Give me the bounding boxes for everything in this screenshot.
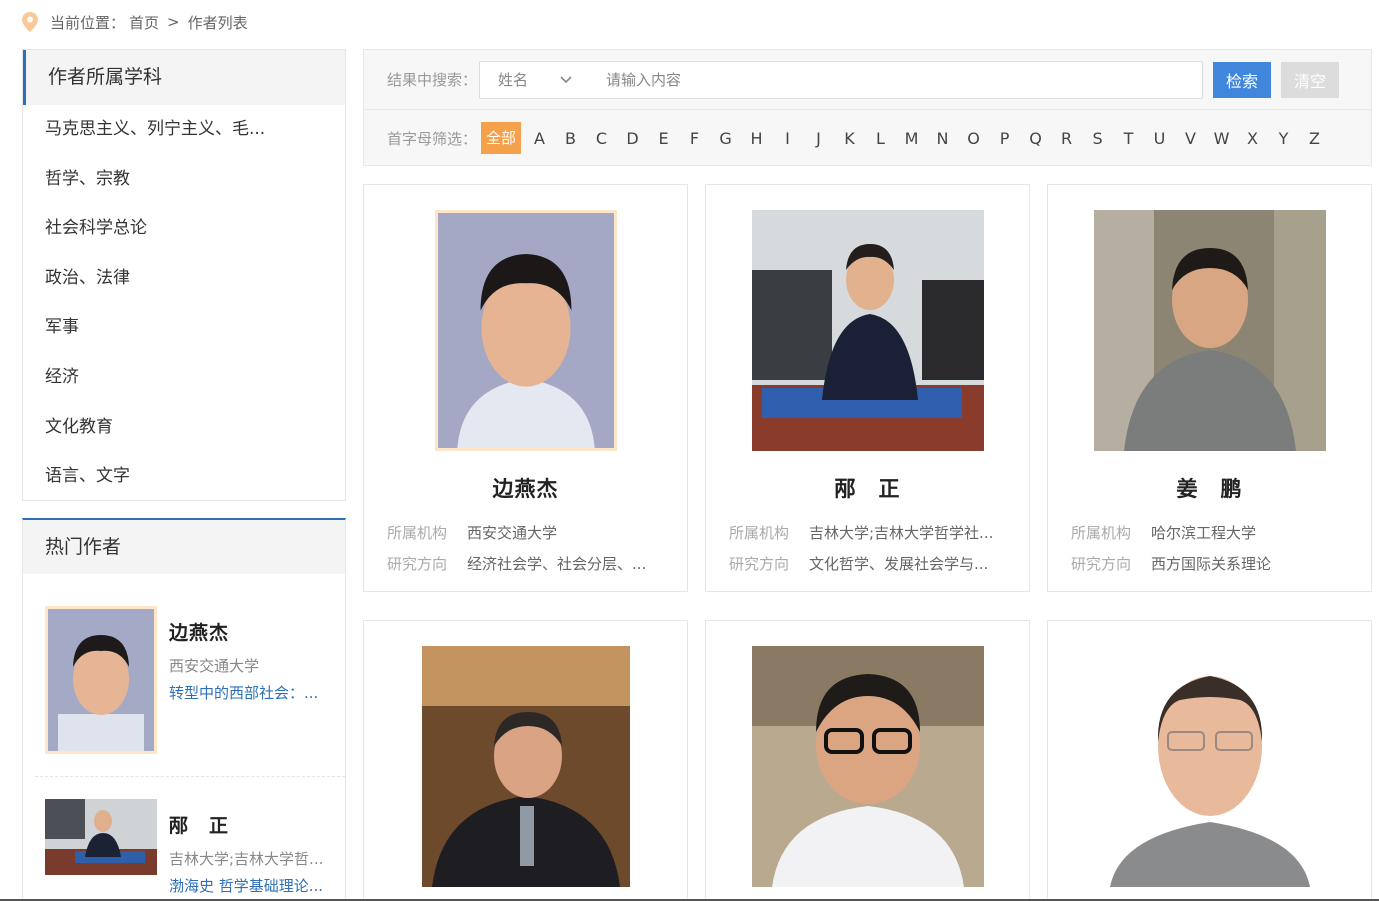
author-card[interactable]: 边燕杰 所属机构 西安交通大学 研究方向 经济社会学、社会分层、... [363,184,688,592]
letter-filter-k[interactable]: K [834,129,865,148]
search-input[interactable] [590,62,1203,97]
letter-filter-all[interactable]: 全部 [481,122,522,154]
author-name[interactable]: 边燕杰 [364,473,687,503]
hot-author-book-link[interactable]: 渤海史 哲学基础理论... [169,875,331,896]
author-card[interactable] [705,620,1030,901]
author-org: 哈尔滨工程大学 [1151,524,1257,542]
author-name[interactable]: 姜 鹏 [1048,473,1371,503]
letter-filter-p[interactable]: P [989,129,1020,148]
letter-filter-w[interactable]: W [1206,129,1237,148]
letter-filter-h[interactable]: H [741,129,772,148]
letter-filter-j[interactable]: J [803,129,834,148]
clear-button[interactable]: 清空 [1281,61,1340,98]
search-type-value: 姓名 [498,71,529,89]
author-photo[interactable] [1093,210,1326,451]
location-pin-icon [22,12,38,32]
field-label: 研究方向 [387,555,448,573]
author-card[interactable] [1047,620,1372,901]
letter-filter-t[interactable]: T [1113,129,1144,148]
subject-item[interactable]: 经济 [23,353,345,403]
subject-item[interactable]: 军事 [23,303,345,353]
author-photo[interactable] [751,646,984,887]
letter-filter-i[interactable]: I [772,129,803,148]
letter-filter-s[interactable]: S [1082,129,1113,148]
letter-filter-e[interactable]: E [648,129,679,148]
breadcrumb-current: 作者列表 [187,13,248,32]
hot-author-org: 吉林大学;吉林大学哲... [169,850,324,868]
letter-filter-x[interactable]: X [1237,129,1268,148]
hot-author-book-link[interactable]: 转型中的西部社会：... [169,682,331,703]
letter-filter-row: 首字母筛选： 全部 ABCDEFGHIJKLMNOPQRSTUVWXYZ [364,110,1371,166]
subject-panel: 作者所属学科 马克思主义、列宁主义、毛... 哲学、宗教 社会科学总论 政治、法… [22,49,346,501]
org-label: 所属机构 [387,524,448,542]
author-field: 经济社会学、社会分层、... [467,555,647,573]
author-name[interactable]: 邴 正 [706,473,1029,503]
letter-filter-n[interactable]: N [927,129,958,148]
field-label: 研究方向 [1071,555,1132,573]
letter-filter-c[interactable]: C [586,129,617,148]
author-photo[interactable] [434,210,617,451]
search-panel: 结果中搜索： 姓名 检索 清空 首字母筛选： 全部 ABCDEFGHIJKLMN… [363,49,1372,166]
org-label: 所属机构 [729,524,790,542]
subject-item[interactable]: 政治、法律 [23,254,345,304]
author-photo[interactable] [1109,646,1310,887]
chevron-down-icon [560,75,572,83]
search-row: 结果中搜索： 姓名 检索 清空 [364,50,1371,110]
letter-filter-o[interactable]: O [958,129,989,148]
subject-item[interactable]: 语言、文字 [23,452,345,502]
author-org: 西安交通大学 [467,524,558,542]
subject-item[interactable]: 文化教育 [23,403,345,453]
author-card[interactable]: 邴 正 所属机构 吉林大学;吉林大学哲学社... 研究方向 文化哲学、发展社会学与.… [705,184,1030,592]
letter-filter-f[interactable]: F [679,129,710,148]
author-photo[interactable] [45,606,157,754]
hot-author-item[interactable]: 边燕杰 西安交通大学 转型中的西部社会：... [23,606,345,776]
letter-filter-y[interactable]: Y [1268,129,1299,148]
letter-filter-list: 全部 ABCDEFGHIJKLMNOPQRSTUVWXYZ [481,122,1330,154]
field-label: 研究方向 [729,555,790,573]
org-label: 所属机构 [1071,524,1132,542]
author-card[interactable]: 姜 鹏 所属机构 哈尔滨工程大学 研究方向 西方国际关系理论 [1047,184,1372,592]
subject-item[interactable]: 马克思主义、列宁主义、毛... [23,105,345,155]
search-label: 结果中搜索： [387,71,478,89]
letter-filter-g[interactable]: G [710,129,741,148]
letter-filter-b[interactable]: B [555,129,586,148]
letter-filter-l[interactable]: L [865,129,896,148]
letter-filter-m[interactable]: M [896,129,927,148]
search-field: 姓名 [479,60,1204,99]
subject-panel-title: 作者所属学科 [23,50,345,105]
hot-authors-title: 热门作者 [23,520,345,574]
hot-authors-panel: 热门作者 边燕杰 西安交通大学 转型中的西部社会：... 邴 正 吉林大学;吉林… [22,518,346,901]
search-button[interactable]: 检索 [1213,61,1272,98]
letter-filter-z[interactable]: Z [1299,129,1330,148]
author-org: 吉林大学;吉林大学哲学社... [809,524,994,542]
author-photo[interactable] [421,646,630,887]
hot-author-item[interactable]: 邴 正 吉林大学;吉林大学哲... 渤海史 哲学基础理论... [35,776,345,896]
breadcrumb-prefix: 当前位置： [50,13,126,32]
breadcrumb: 当前位置： 首页 > 作者列表 [22,10,252,34]
hot-author-name[interactable]: 边燕杰 [169,618,331,645]
letter-filter-d[interactable]: D [617,129,648,148]
subject-item[interactable]: 哲学、宗教 [23,155,345,205]
author-field: 西方国际关系理论 [1151,555,1272,573]
hot-author-name[interactable]: 邴 正 [169,811,331,838]
hot-author-org: 西安交通大学 [169,657,260,675]
letter-filter-r[interactable]: R [1051,129,1082,148]
subject-list: 马克思主义、列宁主义、毛... 哲学、宗教 社会科学总论 政治、法律 军事 经济… [23,105,345,502]
subject-item[interactable]: 社会科学总论 [23,204,345,254]
letter-filter-u[interactable]: U [1144,129,1175,148]
letter-filter-q[interactable]: Q [1020,129,1051,148]
author-photo[interactable] [751,210,984,451]
letter-filter-a[interactable]: A [524,129,555,148]
letter-filter-label: 首字母筛选： [387,129,478,148]
letter-filter-v[interactable]: V [1175,129,1206,148]
author-photo[interactable] [45,799,157,875]
author-card[interactable] [363,620,688,901]
search-type-select[interactable]: 姓名 [480,69,590,90]
breadcrumb-separator: > [167,13,180,31]
author-field: 文化哲学、发展社会学与... [809,555,989,573]
breadcrumb-home-link[interactable]: 首页 [129,12,159,33]
